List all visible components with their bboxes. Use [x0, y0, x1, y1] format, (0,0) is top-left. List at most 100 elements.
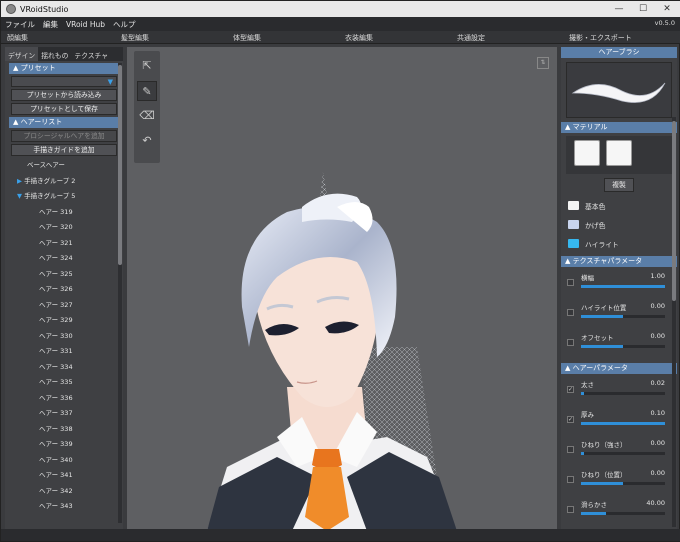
pen-tool-button[interactable]: ✎: [137, 81, 157, 101]
hair-list-item[interactable]: ヘアー 320: [5, 220, 123, 236]
tree-group[interactable]: ▼ 手描きグループ 5: [5, 189, 123, 205]
param-value[interactable]: 0.02: [651, 379, 665, 387]
scroll-thumb[interactable]: [118, 65, 122, 265]
param-slider[interactable]: [581, 512, 665, 515]
texture-params-header[interactable]: ▲ テクスチャパラメータ: [561, 256, 677, 267]
subtab-texture[interactable]: テクスチャ: [71, 47, 111, 61]
minimize-button[interactable]: —: [607, 1, 631, 17]
param-row: ひねり（位置） 0.00: [561, 467, 677, 497]
param-value[interactable]: 40.00: [646, 499, 665, 507]
add-procedural-button[interactable]: プロシージャルヘアを追加: [11, 130, 117, 142]
eraser-tool-button[interactable]: ⌫: [137, 106, 157, 126]
param-value[interactable]: 0.00: [651, 469, 665, 477]
param-value[interactable]: 0.00: [651, 302, 665, 310]
hair-list-item[interactable]: ヘアー 325: [5, 267, 123, 283]
param-checkbox[interactable]: [567, 309, 574, 316]
param-checkbox[interactable]: [567, 476, 574, 483]
tab-export[interactable]: 撮影・エクスポート: [569, 33, 632, 43]
add-guide-button[interactable]: 手描きガイドを追加: [11, 144, 117, 156]
material-slot-1[interactable]: [574, 140, 600, 166]
param-slider[interactable]: [581, 482, 665, 485]
scroll-thumb[interactable]: [672, 121, 676, 301]
hair-list-item[interactable]: ヘアー 319: [5, 205, 123, 221]
hair-list-item[interactable]: ヘアー 334: [5, 360, 123, 376]
hair-list-item[interactable]: ヘアー 324: [5, 251, 123, 267]
subtab-sway[interactable]: 揺れもの: [38, 47, 71, 61]
hair-list-item[interactable]: ヘアー 339: [5, 437, 123, 453]
sub-tabs: デザイン 揺れもの テクスチャ: [5, 47, 123, 61]
hair-list-item[interactable]: ヘアー 321: [5, 236, 123, 252]
view-icon: ⇅: [540, 59, 546, 66]
param-checkbox[interactable]: ✓: [567, 386, 574, 393]
param-value[interactable]: 0.10: [651, 409, 665, 417]
param-slider[interactable]: [581, 422, 665, 425]
tab-face[interactable]: 顔編集: [7, 33, 28, 43]
menu-file[interactable]: ファイル: [1, 19, 39, 30]
undo-tool-button[interactable]: ↶: [137, 131, 157, 151]
tree-group[interactable]: ▶ 手描きグループ 2: [5, 174, 123, 190]
tab-hair[interactable]: 髪型編集: [121, 33, 149, 43]
load-preset-button[interactable]: プリセットから読み込み: [11, 89, 117, 101]
close-button[interactable]: ✕: [655, 1, 679, 17]
hair-list-item[interactable]: ヘアー 335: [5, 375, 123, 391]
viewport-canvas[interactable]: ⇱ ✎ ⌫ ↶ ⇅: [127, 47, 557, 531]
menu-help[interactable]: ヘルプ: [109, 19, 140, 30]
param-slider[interactable]: [581, 285, 665, 288]
material-header-label: マテリアル: [572, 123, 608, 131]
param-value[interactable]: 0.00: [651, 332, 665, 340]
subtab-design[interactable]: デザイン: [5, 47, 39, 61]
color-row[interactable]: かげ色: [561, 215, 677, 234]
hair-list-item[interactable]: ヘアー 340: [5, 453, 123, 469]
param-slider[interactable]: [581, 315, 665, 318]
left-scrollbar[interactable]: [118, 63, 122, 523]
slider-fill: [581, 482, 623, 485]
color-row[interactable]: 基本色: [561, 196, 677, 215]
hair-list-item[interactable]: ヘアー 341: [5, 468, 123, 484]
param-checkbox[interactable]: [567, 279, 574, 286]
param-slider[interactable]: [581, 345, 665, 348]
hair-list-item[interactable]: ヘアー 343: [5, 499, 123, 515]
hairlist-header[interactable]: ▲ ヘアーリスト: [9, 117, 119, 128]
hair-list-item[interactable]: ヘアー 331: [5, 344, 123, 360]
param-value[interactable]: 0.00: [651, 439, 665, 447]
hair-params-header[interactable]: ▲ ヘアーパラメータ: [561, 363, 677, 374]
param-checkbox[interactable]: [567, 446, 574, 453]
tab-outfit[interactable]: 衣装編集: [345, 33, 373, 43]
menu-edit[interactable]: 編集: [39, 19, 62, 30]
color-row[interactable]: ハイライト: [561, 234, 677, 253]
color-swatch[interactable]: [568, 201, 579, 210]
hair-list-item[interactable]: ヘアー 327: [5, 298, 123, 314]
hair-list-item[interactable]: ヘアー 326: [5, 282, 123, 298]
tab-common[interactable]: 共通設定: [457, 33, 485, 43]
hair-list-item[interactable]: ヘアー 336: [5, 391, 123, 407]
hair-list-item[interactable]: ヘアー 337: [5, 406, 123, 422]
hair-list-item[interactable]: ヘアー 329: [5, 313, 123, 329]
tree-base-hair[interactable]: ベースヘアー: [5, 158, 123, 174]
hair-list-item[interactable]: ヘアー 338: [5, 422, 123, 438]
material-header[interactable]: ▲ マテリアル: [561, 122, 677, 133]
brush-preview[interactable]: [566, 62, 672, 118]
save-preset-button[interactable]: プリセットとして保存: [11, 103, 117, 115]
maximize-button[interactable]: ☐: [631, 1, 655, 17]
tab-body[interactable]: 体型編集: [233, 33, 261, 43]
color-swatch[interactable]: [568, 239, 579, 248]
param-checkbox[interactable]: ✓: [567, 416, 574, 423]
hair-list-item[interactable]: ヘアー 342: [5, 484, 123, 500]
duplicate-button[interactable]: 複製: [604, 178, 634, 192]
cursor-tool-button[interactable]: ⇱: [137, 56, 157, 76]
param-slider[interactable]: [581, 452, 665, 455]
menu-bar: ファイル 編集 VRoid Hub ヘルプ v0.5.0: [1, 17, 680, 31]
title-bar: VRoidStudio — ☐ ✕: [1, 1, 680, 17]
right-scrollbar[interactable]: [672, 117, 676, 527]
param-checkbox[interactable]: [567, 339, 574, 346]
color-swatch[interactable]: [568, 220, 579, 229]
param-slider[interactable]: [581, 392, 665, 395]
material-slot-2[interactable]: [606, 140, 632, 166]
param-value[interactable]: 1.00: [651, 272, 665, 280]
param-checkbox[interactable]: [567, 506, 574, 513]
view-toggle-button[interactable]: ⇅: [537, 57, 549, 69]
menu-vroid-hub[interactable]: VRoid Hub: [62, 20, 109, 29]
hair-list-item[interactable]: ヘアー 330: [5, 329, 123, 345]
preset-header[interactable]: ▲ プリセット: [9, 63, 119, 74]
preset-dropdown[interactable]: ▼: [11, 76, 117, 87]
